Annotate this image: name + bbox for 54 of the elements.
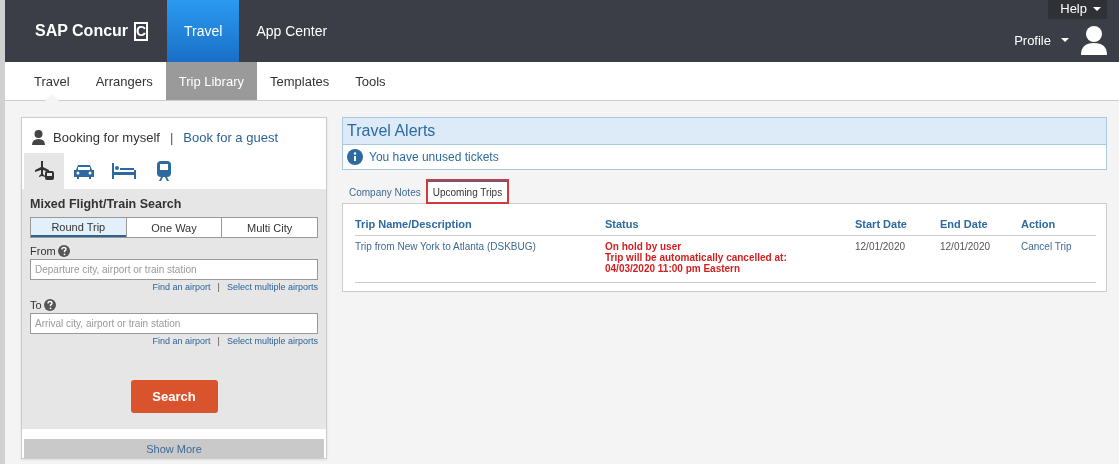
- subnav-tab[interactable]: Arrangers: [82, 62, 166, 100]
- person-icon: [32, 130, 45, 145]
- help-icon[interactable]: [43, 299, 56, 311]
- subnav-tab[interactable]: Templates: [257, 62, 343, 100]
- separator: |: [217, 282, 220, 292]
- trips-tab[interactable]: Upcoming Trips: [426, 180, 509, 203]
- booking-for-label: Booking for myself: [53, 130, 160, 145]
- location-field[interactable]: Departure city, airport or train station: [30, 259, 318, 280]
- cancel-trip-link[interactable]: Cancel Trip: [1021, 241, 1072, 252]
- subnav-tab[interactable]: Travel: [21, 62, 83, 100]
- column-header: End Date: [940, 210, 1021, 236]
- help-icon[interactable]: [57, 245, 70, 257]
- profile-menu[interactable]: Profile: [1014, 32, 1069, 48]
- column-header: Trip Name/Description: [355, 210, 605, 236]
- search-title: Mixed Flight/Train Search: [30, 197, 183, 211]
- status-text: 04/03/2020 11:00 pm Eastern: [605, 263, 742, 274]
- table-cell: 12/01/2020: [940, 235, 1021, 283]
- separator: |: [169, 130, 174, 145]
- trip-type-option[interactable]: Round Trip: [31, 218, 126, 237]
- info-icon: [347, 149, 363, 165]
- find-airport-link[interactable]: Find an airport: [152, 282, 211, 292]
- status-text: On hold by user: [605, 241, 682, 252]
- train-icon: [157, 161, 171, 181]
- location-field[interactable]: Arrival city, airport or train station: [30, 313, 318, 334]
- help-menu[interactable]: Help: [1048, 0, 1107, 19]
- multiple-airports-link[interactable]: Select multiple airports: [226, 282, 318, 292]
- column-header: Status: [605, 210, 855, 236]
- find-airport-link[interactable]: Find an airport: [152, 336, 211, 346]
- mode-tab[interactable]: [24, 153, 64, 189]
- alert-message: You have unused tickets: [369, 150, 499, 164]
- search-button[interactable]: Search: [130, 380, 218, 413]
- field-label: To: [30, 299, 42, 311]
- bed-icon: [112, 163, 136, 179]
- avatar-icon[interactable]: [1081, 25, 1107, 55]
- separator: |: [217, 336, 220, 346]
- nav-tab[interactable]: Travel: [167, 0, 240, 62]
- column-header: Start Date: [855, 210, 940, 236]
- multiple-airports-link[interactable]: Select multiple airports: [226, 336, 318, 346]
- status-text: Trip will be automatically cancelled at:: [605, 252, 788, 263]
- trip-name-link[interactable]: Trip from New York to Atlanta (DSKBUG): [355, 241, 536, 252]
- show-more-button[interactable]: Show More: [24, 439, 324, 458]
- field-label: From: [30, 245, 56, 257]
- subnav-tab[interactable]: Tools: [342, 62, 399, 100]
- guest-link[interactable]: Book for a guest: [183, 130, 278, 145]
- car-icon: [74, 163, 94, 179]
- brand-mark: C: [134, 21, 149, 41]
- trip-type-option[interactable]: One Way: [125, 218, 222, 237]
- table-cell: 12/01/2020: [855, 235, 940, 283]
- plane-train-icon: [33, 161, 55, 181]
- brand-logo: SAP Concur: [35, 22, 129, 40]
- alerts-title: Travel Alerts: [343, 118, 1106, 145]
- column-header: Action: [1021, 210, 1096, 236]
- trip-type-option[interactable]: Multi City: [221, 218, 317, 237]
- nav-tab[interactable]: App Center: [239, 0, 345, 62]
